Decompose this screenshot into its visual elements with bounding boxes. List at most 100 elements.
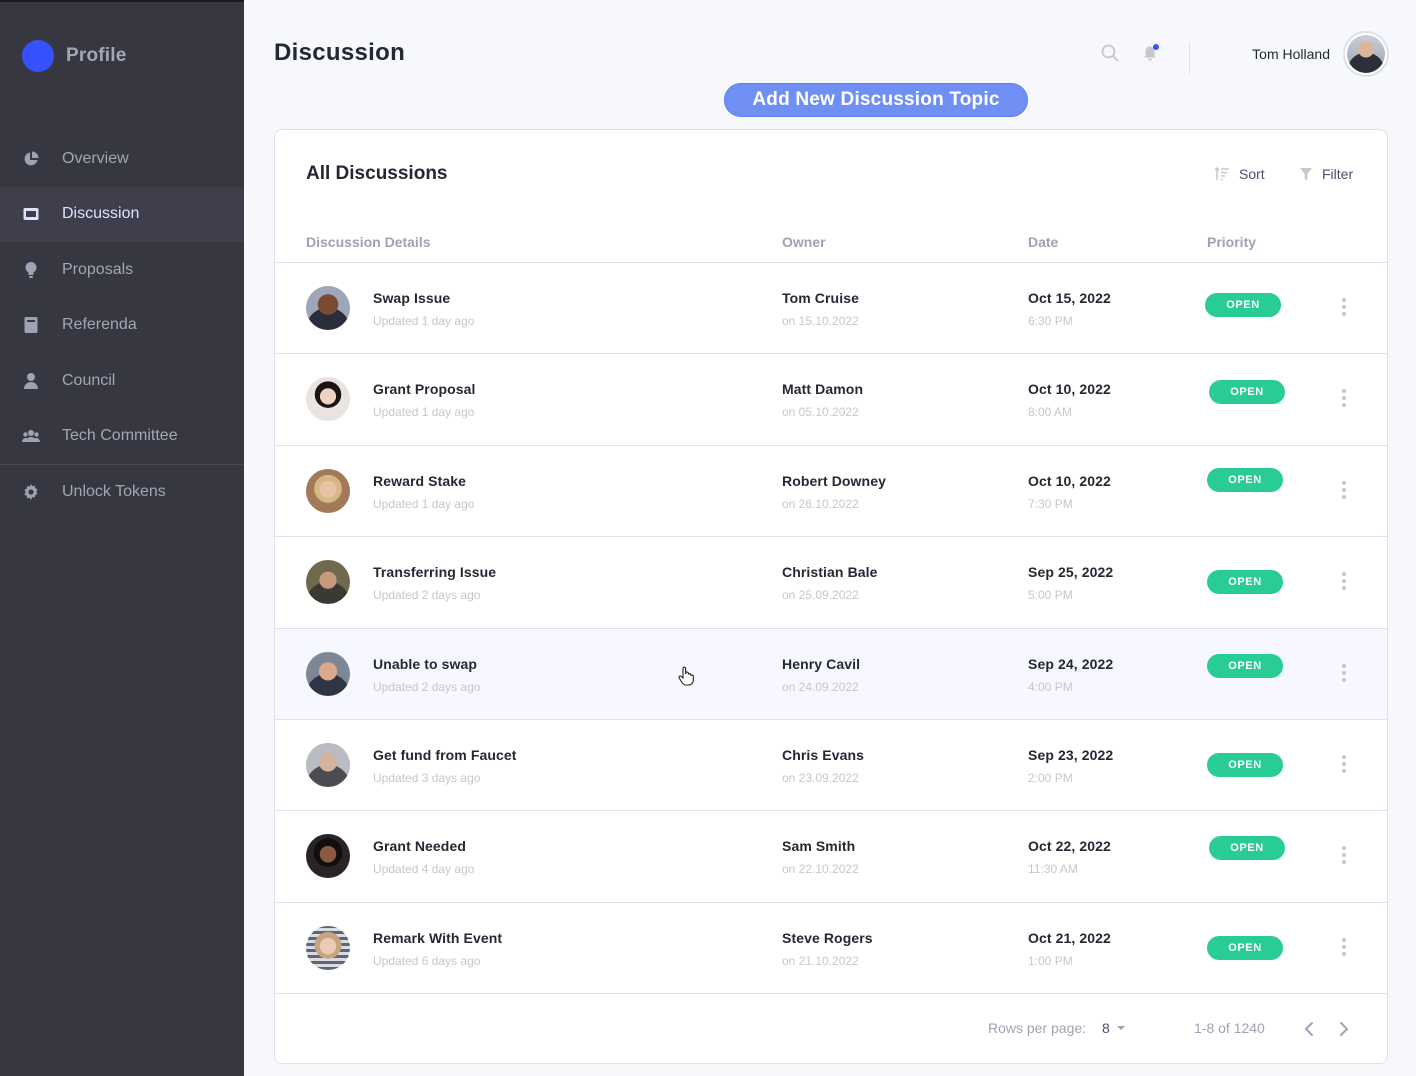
table-row[interactable]: Reward Stake Updated 1 day ago Robert Do… — [275, 446, 1387, 538]
discussion-title: Remark With Event — [373, 929, 503, 946]
sort-icon — [1215, 167, 1229, 181]
chevron-left-icon[interactable] — [1298, 1018, 1320, 1040]
search-icon[interactable] — [1101, 44, 1119, 62]
filter-button[interactable]: Filter — [1300, 166, 1353, 182]
more-options-icon[interactable] — [1335, 572, 1353, 591]
discussion-time: 11:30 AM — [1028, 862, 1078, 877]
discussion-title: Unable to swap — [373, 655, 478, 672]
discussion-time: 5:00 PM — [1028, 588, 1073, 603]
sidebar-item-label: Discussion — [62, 205, 140, 223]
owner-name: Matt Damon — [782, 381, 864, 398]
sidebar-item-discussion[interactable]: Discussion — [0, 186, 244, 242]
table-row[interactable]: Remark With Event Updated 6 days ago Ste… — [275, 903, 1387, 995]
owner-name: Christian Bale — [782, 564, 878, 581]
owner-name: Steve Rogers — [782, 929, 873, 946]
sidebar-nav: Overview Discussion Proposals Referenda … — [0, 131, 244, 520]
sidebar-item-referenda[interactable]: Referenda — [0, 298, 244, 354]
bell-icon[interactable] — [1142, 44, 1160, 62]
discussion-title: Grant Needed — [373, 838, 466, 855]
discussion-date: Oct 10, 2022 — [1028, 472, 1111, 489]
sidebar-item-label: Council — [62, 371, 116, 389]
column-header[interactable]: Discussion Details — [306, 234, 431, 250]
rows-per-page-value: 8 — [1102, 1020, 1110, 1036]
discussion-date: Sep 23, 2022 — [1028, 746, 1114, 763]
column-header[interactable]: Priority — [1207, 234, 1256, 250]
owner-date: on 15.10.2022 — [782, 314, 859, 328]
brand[interactable]: Profile — [22, 40, 127, 72]
owner-date: on 22.10.2022 — [782, 862, 859, 877]
sidebar-item-council[interactable]: Council — [0, 353, 244, 409]
sort-label: Sort — [1239, 166, 1265, 182]
more-options-icon[interactable] — [1335, 389, 1353, 408]
table-row[interactable]: Grant Needed Updated 4 day ago Sam Smith… — [275, 811, 1387, 903]
pie-chart-icon — [22, 150, 40, 168]
column-header[interactable]: Owner — [782, 234, 826, 250]
owner-date: on 24.09.2022 — [782, 679, 859, 694]
discussion-title: Swap Issue — [373, 290, 451, 306]
filter-label: Filter — [1322, 166, 1354, 182]
more-options-icon[interactable] — [1335, 937, 1353, 956]
sidebar-item-tech-committee[interactable]: Tech Committee — [0, 409, 244, 465]
more-options-icon[interactable] — [1335, 754, 1353, 773]
add-discussion-button[interactable]: Add New Discussion Topic — [724, 83, 1028, 117]
discussion-updated: Updated 1 day ago — [373, 314, 475, 328]
sidebar-item-unlock-tokens[interactable]: Unlock Tokens — [0, 464, 244, 520]
owner-name: Sam Smith — [782, 838, 856, 855]
discussion-date: Oct 22, 2022 — [1028, 838, 1111, 855]
avatar — [306, 468, 350, 513]
ticket-icon — [22, 205, 40, 223]
card-title: All Discussions — [306, 163, 448, 184]
owner-name: Robert Downey — [782, 472, 886, 489]
table-row[interactable]: Get fund from Faucet Updated 3 days ago … — [275, 720, 1387, 812]
more-options-icon[interactable] — [1335, 480, 1353, 499]
sidebar-item-overview[interactable]: Overview — [0, 131, 244, 187]
table-row[interactable]: Unable to swap Updated 2 days ago Henry … — [275, 628, 1387, 720]
status-badge: OPEN — [1207, 570, 1283, 595]
more-options-icon[interactable] — [1335, 663, 1353, 682]
table-body: Swap Issue Updated 1 day ago Tom Cruise … — [275, 263, 1387, 995]
table-row[interactable]: Transferring Issue Updated 2 days ago Ch… — [275, 537, 1387, 629]
discussion-title: Get fund from Faucet — [373, 746, 517, 763]
user-avatar[interactable] — [1343, 31, 1389, 77]
status-badge: OPEN — [1209, 380, 1285, 405]
column-header[interactable]: Date — [1028, 234, 1058, 250]
discussions-card: All Discussions Sort Filter Discussion D… — [274, 129, 1388, 1064]
status-badge: OPEN — [1209, 836, 1285, 861]
page-range: 1-8 of 1240 — [1194, 1020, 1265, 1036]
header-divider — [1189, 42, 1190, 74]
more-options-icon[interactable] — [1335, 298, 1353, 316]
owner-date: on 21.10.2022 — [782, 953, 859, 968]
table-row[interactable]: Grant Proposal Updated 1 day ago Matt Da… — [275, 354, 1387, 446]
owner-date: on 23.09.2022 — [782, 770, 859, 785]
sort-button[interactable]: Sort — [1215, 166, 1265, 182]
discussion-time: 4:00 PM — [1028, 679, 1073, 694]
avatar — [306, 560, 350, 605]
discussion-updated: Updated 1 day ago — [373, 405, 475, 420]
filter-icon — [1300, 167, 1312, 180]
discussion-updated: Updated 4 day ago — [373, 862, 475, 877]
sidebar-item-label: Referenda — [62, 316, 137, 334]
pagination-footer: Rows per page: 8 1-8 of 1240 — [275, 993, 1387, 1063]
user-name[interactable]: Tom Holland — [1252, 46, 1330, 62]
sidebar-item-label: Tech Committee — [62, 427, 178, 445]
chevron-right-icon[interactable] — [1333, 1018, 1355, 1040]
table-header: Discussion Details Owner Date Priority — [275, 230, 1387, 263]
avatar — [306, 742, 350, 787]
more-options-icon[interactable] — [1335, 846, 1353, 865]
owner-name: Tom Cruise — [782, 290, 859, 306]
status-badge: OPEN — [1205, 293, 1281, 317]
discussion-time: 8:00 AM — [1028, 405, 1073, 420]
discussion-title: Grant Proposal — [373, 381, 476, 398]
discussion-updated: Updated 2 days ago — [373, 679, 481, 694]
discussion-updated: Updated 1 day ago — [373, 496, 475, 511]
sidebar-item-label: Unlock Tokens — [62, 483, 166, 501]
table-row[interactable]: Swap Issue Updated 1 day ago Tom Cruise … — [275, 263, 1387, 355]
owner-name: Henry Cavil — [782, 655, 861, 672]
sidebar-item-proposals[interactable]: Proposals — [0, 242, 244, 298]
rows-per-page-select[interactable]: 8 — [1102, 1020, 1126, 1036]
book-icon — [22, 316, 40, 334]
discussion-date: Oct 21, 2022 — [1028, 929, 1111, 946]
hand-cursor-icon — [677, 666, 695, 686]
person-icon — [22, 372, 40, 390]
discussion-date: Sep 25, 2022 — [1028, 564, 1114, 581]
